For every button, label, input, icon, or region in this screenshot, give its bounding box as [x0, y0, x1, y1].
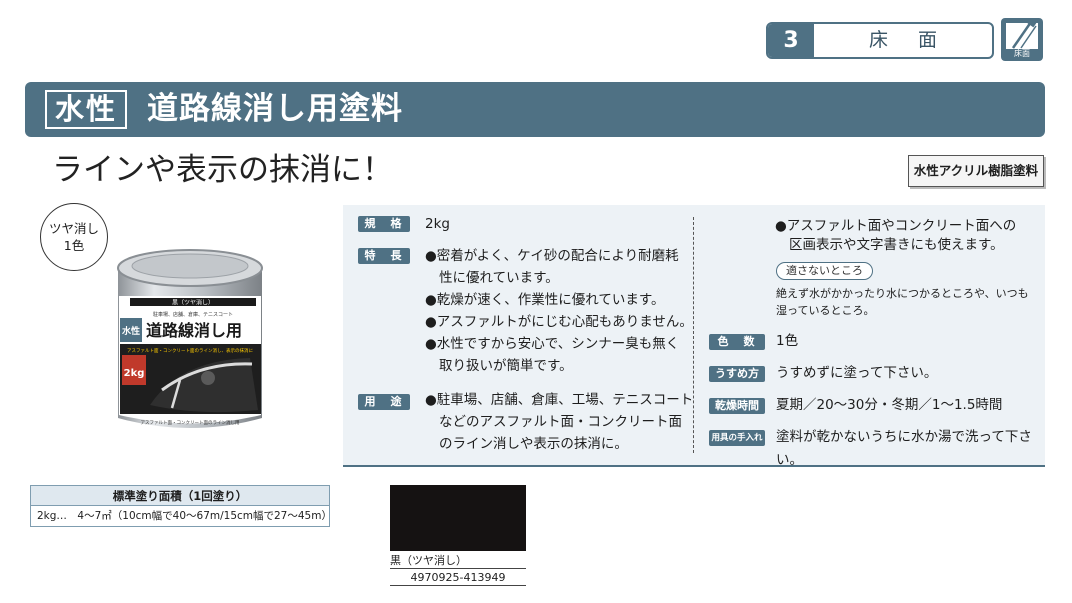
can-color-label: 黒（ツヤ消し）	[172, 299, 214, 307]
feature-line-1: ●密着がよく、ケイ砂の配合により耐磨耗	[425, 248, 679, 264]
can-small-text: 駐車場、店舗、倉庫、テニスコート	[153, 311, 233, 318]
can-title: 道路線消し用	[146, 321, 242, 340]
finish-badge: ツヤ消し 1色	[40, 203, 108, 271]
features-label: 特 長	[358, 248, 410, 264]
drying-value: 夏期／20～30分・冬期／1～1.5時間	[776, 397, 1003, 413]
thinning-value: うすめずに塗って下さい。	[776, 365, 938, 381]
resin-type-box: 水性アクリル樹脂塗料	[908, 155, 1044, 187]
drying-label: 乾燥時間	[709, 398, 765, 414]
finish-colors: 1色	[63, 238, 85, 253]
size-label: 規 格	[358, 216, 410, 232]
can-net-weight: 2kg	[124, 368, 145, 379]
uses-line-3: のライン消しや表示の抹消に。	[439, 436, 628, 452]
coverage-row: 2kg… 4～7㎡（10cm幅で40～67m/15cm幅で27～45m）	[37, 510, 332, 522]
unsuitable-line-2: 湿っているところ。	[776, 304, 875, 317]
uses-line-2: などのアスファルト面・コンクリート面	[439, 414, 682, 430]
color-swatch	[390, 485, 526, 551]
water-based-badge: 水性	[45, 90, 128, 129]
floor-roller-icon: 床面	[1001, 18, 1043, 61]
colors-label: 色 数	[709, 334, 765, 350]
section-tab: 3 床面	[766, 22, 994, 59]
can-bottom-note: アスファルト面・コンクリート面のライン消し用	[141, 419, 240, 426]
colors-value: 1色	[776, 333, 799, 349]
unsuitable-line-1: 絶えず水がかかったり水につかるところや、いつも	[776, 287, 1029, 300]
paint-can-image: 黒（ツヤ消し） 駐車場、店舗、倉庫、テニスコート 水性 道路線消し用 アスファル…	[110, 240, 270, 438]
section-number: 3	[768, 24, 814, 57]
swatch-product-code: 4970925-413949	[390, 570, 526, 586]
feature-line-4: ●アスファルトがにじむ心配もありません。	[425, 314, 693, 330]
care-label: 用具の手入れ	[709, 430, 765, 446]
feature-line-5: ●水性ですから安心で、シンナー臭も無く	[425, 336, 680, 352]
feature-line-2: 性に優れています。	[439, 270, 559, 286]
tagline: ラインや表示の抹消に！	[52, 152, 393, 188]
swatch-color-name: 黒（ツヤ消し）	[390, 553, 526, 569]
care-value: 塗料が乾かないうちに水か湯で洗って下さい。	[776, 429, 1032, 468]
feature-line-3: ●乾燥が速く、作業性に優れています。	[425, 292, 665, 308]
feature-line-6: 取り扱いが簡単です。	[439, 358, 573, 374]
title-band: 水性 道路線消し用塗料	[25, 82, 1045, 137]
finish-type: ツヤ消し	[48, 221, 99, 236]
coverage-header: 標準塗り面積（1回塗り）	[31, 486, 329, 506]
uses-line-1: ●駐車場、店舗、倉庫、工場、テニスコート	[425, 392, 694, 408]
product-title: 道路線消し用塗料	[147, 91, 403, 127]
floor-icon-caption: 床面	[1014, 49, 1030, 58]
also-line-2: 区画表示や文字書きにも使えます。	[789, 237, 1004, 253]
column-divider	[693, 217, 694, 453]
thinning-label: うすめ方	[709, 366, 765, 382]
can-water-badge: 水性	[122, 325, 140, 337]
uses-label: 用 途	[358, 394, 410, 410]
can-description: アスファルト面・コンクリート面のライン消し、表示の抹消に	[127, 347, 253, 354]
spec-panel: 規 格 2kg 特 長 ●密着がよく、ケイ砂の配合により耐磨耗 性に優れています…	[343, 205, 1045, 468]
size-value: 2kg	[425, 216, 450, 232]
section-label: 床面	[868, 29, 967, 51]
unsuitable-label: 適さないところ	[776, 262, 873, 280]
coverage-table: 標準塗り面積（1回塗り） 2kg… 4～7㎡（10cm幅で40～67m/15cm…	[30, 485, 332, 527]
